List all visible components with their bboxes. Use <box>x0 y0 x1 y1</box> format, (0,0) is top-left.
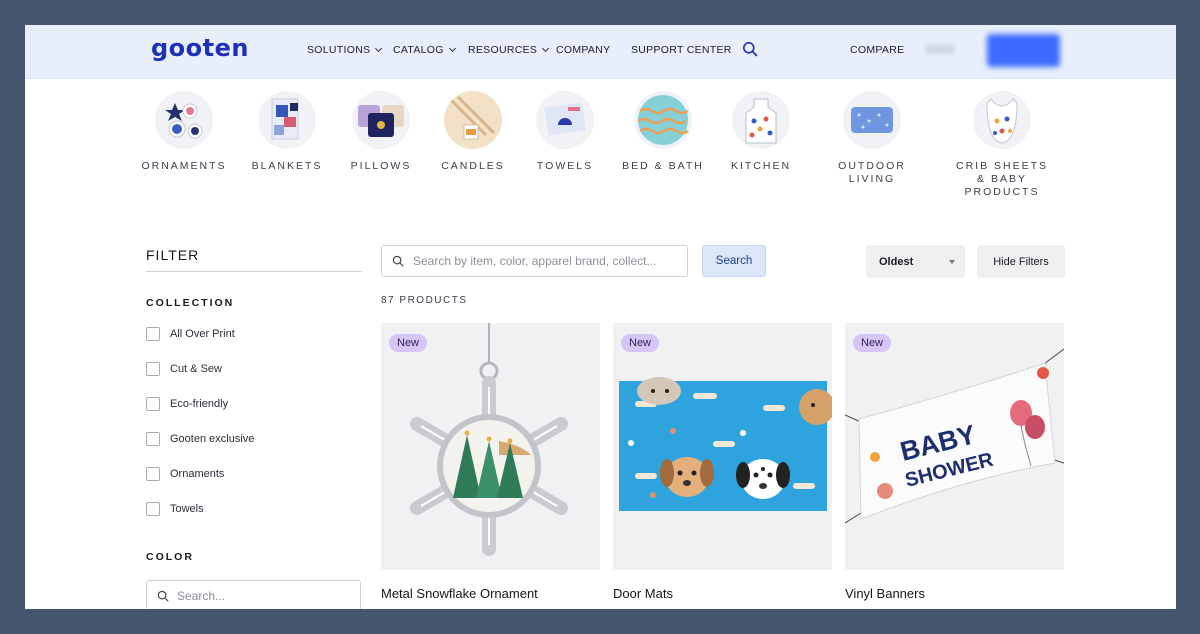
category-label: OUTDOOR LIVING <box>838 160 906 185</box>
option-label: Gooten exclusive <box>170 433 255 445</box>
bed-bath-thumbnail <box>634 91 692 149</box>
sort-value: Oldest <box>879 255 914 268</box>
category-label: PILLOWS <box>350 160 412 172</box>
option-label: Ornaments <box>170 468 225 480</box>
towels-thumbnail <box>536 91 594 149</box>
filter-divider <box>146 271 362 272</box>
product-card-door-mats[interactable]: New Door Mats <box>613 323 832 601</box>
new-badge: New <box>853 334 892 352</box>
new-badge: New <box>621 334 660 352</box>
chevron-down-icon <box>375 44 383 53</box>
nav-catalog-label: CATALOG <box>393 44 444 56</box>
hide-filters-button[interactable]: Hide Filters <box>977 245 1065 278</box>
product-search-input[interactable]: Search by item, color, apparel brand, co… <box>381 245 688 277</box>
collection-option[interactable]: Gooten exclusive <box>146 432 254 446</box>
top-navbar: gooten SOLUTIONS CATALOG RESOURCES COMPA… <box>25 25 1176 79</box>
outdoor-living-thumbnail <box>843 91 901 149</box>
category-label: KITCHEN <box>730 160 792 172</box>
category-label: ORNAMENTS <box>141 160 227 172</box>
browser-page: gooten SOLUTIONS CATALOG RESOURCES COMPA… <box>25 25 1176 609</box>
option-label: Eco-friendly <box>170 398 229 410</box>
option-label: Towels <box>170 503 204 515</box>
caret-down-icon <box>949 259 955 264</box>
collection-option[interactable]: All Over Print <box>146 327 235 341</box>
product-card-vinyl-banners[interactable]: New BABY SHOWER Vinyl Banners <box>845 323 1064 601</box>
product-title[interactable]: Vinyl Banners <box>845 586 1064 601</box>
collection-heading: COLLECTION <box>146 297 235 309</box>
new-badge: New <box>389 334 428 352</box>
search-icon <box>157 590 169 602</box>
sort-select[interactable]: Oldest <box>866 245 965 278</box>
checkbox[interactable] <box>146 467 160 481</box>
nav-solutions[interactable]: SOLUTIONS <box>307 44 383 56</box>
color-heading: COLOR <box>146 551 194 563</box>
login-link-blurred[interactable] <box>925 45 955 54</box>
nav-resources[interactable]: RESOURCES <box>468 44 550 56</box>
category-bed-bath[interactable]: BED & BATH <box>608 91 718 173</box>
category-crib-sheets-baby[interactable]: CRIB SHEETS & BABY PRODUCTS <box>947 91 1057 199</box>
product-image: New <box>613 323 832 570</box>
nav-support-center[interactable]: SUPPORT CENTER <box>631 44 732 56</box>
nav-catalog[interactable]: CATALOG <box>393 44 456 56</box>
collection-option[interactable]: Eco-friendly <box>146 397 228 411</box>
gooten-logo[interactable]: gooten <box>151 34 249 62</box>
blankets-thumbnail <box>258 91 316 149</box>
category-label: CRIB SHEETS & BABY PRODUCTS <box>955 160 1048 198</box>
signup-button-blurred[interactable] <box>987 34 1060 67</box>
collection-option[interactable]: Cut & Sew <box>146 362 222 376</box>
category-towels[interactable]: TOWELS <box>510 91 620 173</box>
nav-company[interactable]: COMPANY <box>556 44 610 56</box>
collection-option[interactable]: Ornaments <box>146 467 224 481</box>
filter-title: FILTER <box>146 247 200 263</box>
candles-thumbnail <box>444 91 502 149</box>
option-label: Cut & Sew <box>170 363 222 375</box>
ornaments-thumbnail <box>155 91 213 149</box>
chevron-down-icon <box>448 44 456 53</box>
category-label: CANDLES <box>441 160 505 172</box>
checkbox[interactable] <box>146 327 160 341</box>
category-kitchen[interactable]: KITCHEN <box>706 91 816 173</box>
checkbox[interactable] <box>146 397 160 411</box>
baby-products-thumbnail <box>973 91 1031 149</box>
nav-company-label: COMPANY <box>556 44 611 56</box>
category-label: TOWELS <box>536 160 594 172</box>
search-icon <box>392 255 404 267</box>
category-ornaments[interactable]: ORNAMENTS <box>129 91 239 173</box>
vinyl-banner-image: BABY SHOWER <box>845 348 1064 524</box>
checkbox[interactable] <box>146 502 160 516</box>
color-search-placeholder: Search... <box>177 589 226 603</box>
product-title[interactable]: Door Mats <box>613 586 832 601</box>
category-label: BLANKETS <box>251 160 323 172</box>
checkbox[interactable] <box>146 432 160 446</box>
product-image: New <box>381 323 600 570</box>
product-count: 87 PRODUCTS <box>381 295 468 306</box>
nav-resources-label: RESOURCES <box>468 44 538 56</box>
category-outdoor-living[interactable]: OUTDOOR LIVING <box>817 91 927 186</box>
search-button[interactable]: Search <box>702 245 766 277</box>
snowflake-ornament-image <box>410 323 568 556</box>
nav-solutions-label: SOLUTIONS <box>307 44 371 56</box>
product-search-placeholder: Search by item, color, apparel brand, co… <box>413 254 657 268</box>
product-image: New BABY SHOWER <box>845 323 1064 570</box>
kitchen-thumbnail <box>732 91 790 149</box>
collection-option[interactable]: Towels <box>146 502 204 516</box>
category-label: BED & BATH <box>622 160 704 172</box>
color-search-input[interactable]: Search... <box>146 580 361 609</box>
checkbox[interactable] <box>146 362 160 376</box>
nav-support-label: SUPPORT CENTER <box>631 44 732 56</box>
option-label: All Over Print <box>170 328 235 340</box>
pillows-thumbnail <box>352 91 410 149</box>
product-title[interactable]: Metal Snowflake Ornament <box>381 586 600 601</box>
search-icon[interactable] <box>742 41 758 57</box>
nav-compare-label: COMPARE <box>850 44 905 56</box>
chevron-down-icon <box>542 44 550 53</box>
nav-compare[interactable]: COMPARE <box>850 44 904 56</box>
product-card-snowflake-ornament[interactable]: New Metal Snowflake Ornament <box>381 323 600 601</box>
door-mat-image <box>619 377 832 511</box>
